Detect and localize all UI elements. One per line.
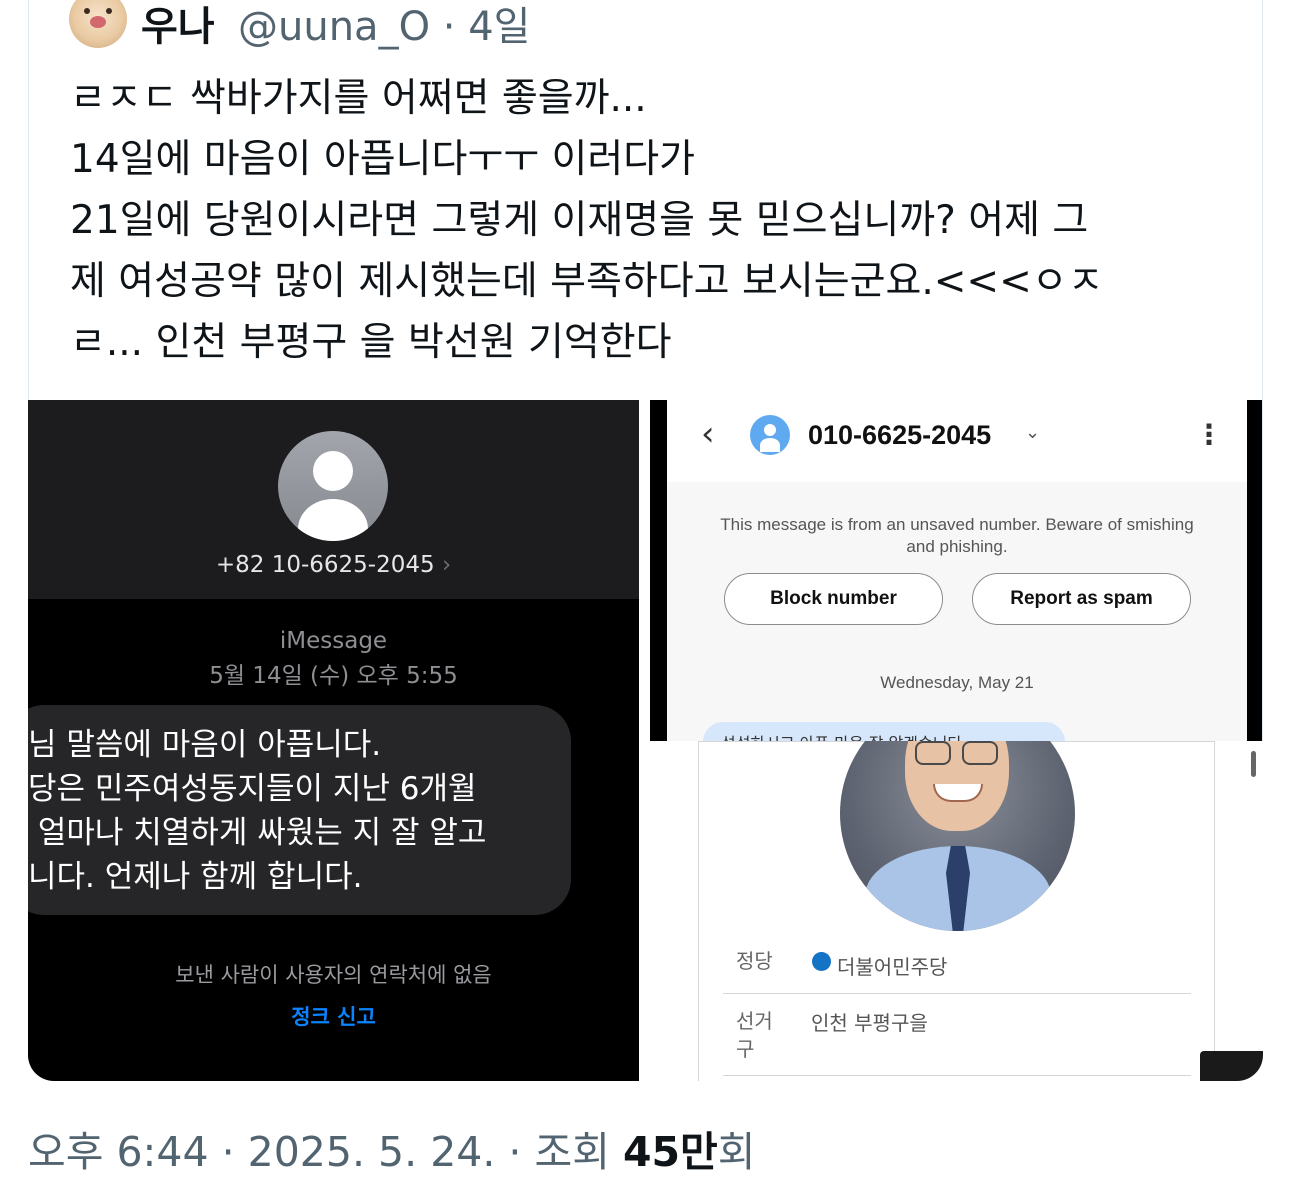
sender-number[interactable]: 010-6625-2045 (808, 420, 991, 451)
attached-image-android-messages[interactable]: ‹ 010-6625-2045 ⌄ ⋮ This message is from… (650, 400, 1262, 741)
divider (723, 1075, 1191, 1076)
report-spam-button[interactable]: Report as spam (972, 573, 1191, 625)
conversation-header: ‹ 010-6625-2045 ⌄ ⋮ (667, 400, 1247, 482)
message-bubble: 섭섭하시고 아픈 마음 잘 알겠습니다 (703, 722, 1065, 741)
unsaved-number-warning: This message is from an unsaved number. … (720, 515, 1194, 556)
district-value: 인천 부평구을 (811, 1011, 928, 1035)
view-count: 45만 (622, 1128, 718, 1176)
tweet-line: 21일에 당원이시라면 그렇게 이재명을 못 믿으십니까? 어제 그 (70, 198, 1089, 243)
timestamp-and-views-label[interactable]: 오후 6:44 · 2025. 5. 24. · 조회 (28, 1128, 623, 1176)
tweet-line: ㄹ... 인천 부평구 을 박선원 기억한다 (70, 320, 672, 365)
party-label: 정당 (736, 949, 773, 973)
chevron-right-icon: › (441, 552, 452, 578)
avatar-eye (106, 8, 112, 14)
sender-number-text: +82 10-6625-2045 (215, 552, 435, 578)
sender-number: +82 10-6625-2045 › (28, 552, 639, 578)
bubble-line: 얼마나 치열하게 싸웠는 지 잘 알고 (28, 815, 487, 851)
overlay-corner (1200, 1051, 1263, 1081)
avatar-nose (90, 16, 106, 28)
more-options-icon[interactable]: ⋮ (1195, 418, 1223, 451)
back-arrow-icon[interactable]: ‹ (701, 414, 715, 454)
district-label: 선거구 (736, 1009, 773, 1061)
display-name[interactable]: 우나 (141, 0, 215, 52)
block-number-button[interactable]: Block number (724, 573, 943, 625)
party-value: 더불어민주당 (837, 955, 948, 979)
tweet-line: 14일에 마음이 아픕니다ㅜㅜ 이러다가 (70, 137, 696, 182)
attached-image-imessage[interactable]: +82 10-6625-2045 › iMessage 5월 14일 (수) 오… (28, 400, 639, 1081)
tweet-text: ㄹㅈㄷ 싹바가지를 어쩌면 좋을까... 14일에 마음이 아픕니다ㅜㅜ 이러다… (70, 68, 1230, 373)
bubble-line: 당은 민주여성동지들이 지난 6개월 (28, 771, 477, 807)
contact-avatar-icon (278, 431, 388, 541)
avatar-eye (84, 8, 90, 14)
handle-and-time[interactable]: @uuna_O · 4일 (238, 0, 530, 52)
report-junk-link[interactable]: 정크 신고 (28, 1001, 639, 1031)
scrollbar[interactable] (1251, 751, 1256, 777)
tweet-line: ㄹㅈㄷ 싹바가지를 어쩌면 좋을까... (70, 76, 647, 121)
android-screen: ‹ 010-6625-2045 ⌄ ⋮ This message is from… (667, 400, 1247, 741)
imessage-header: +82 10-6625-2045 › (28, 400, 639, 599)
chevron-down-icon[interactable]: ⌄ (1025, 422, 1040, 443)
service-label: iMessage (279, 628, 388, 654)
date-divider: Wednesday, May 21 (880, 673, 1034, 692)
message-bubble: 님 말씀에 마음이 아픕니다. 당은 민주여성동지들이 지난 6개월 얼마나 치… (28, 705, 571, 915)
views-suffix: 회 (717, 1128, 756, 1176)
party-color-dot-icon (812, 952, 831, 971)
contact-avatar-icon (750, 415, 790, 455)
unknown-sender-notice: 보낸 사람이 사용자의 연락처에 없음 (175, 963, 492, 987)
attached-image-candidate-profile[interactable]: 정당 더불어민주당 선거구 인천 부평구을 (639, 741, 1263, 1081)
candidate-photo (840, 741, 1075, 931)
message-timestamp: 5월 14일 (수) 오후 5:55 (209, 663, 458, 689)
bubble-line: 님 말씀에 마음이 아픕니다. (28, 727, 382, 763)
bubble-line: 니다. 언제나 함께 합니다. (28, 859, 363, 895)
tweet-line: 제 여성공약 많이 제시했는데 부족하다고 보시는군요.<<<ㅇㅈ (70, 259, 1104, 304)
tweet-meta: 오후 6:44 · 2025. 5. 24. · 조회 45만회 (28, 1118, 756, 1178)
divider (723, 993, 1191, 994)
